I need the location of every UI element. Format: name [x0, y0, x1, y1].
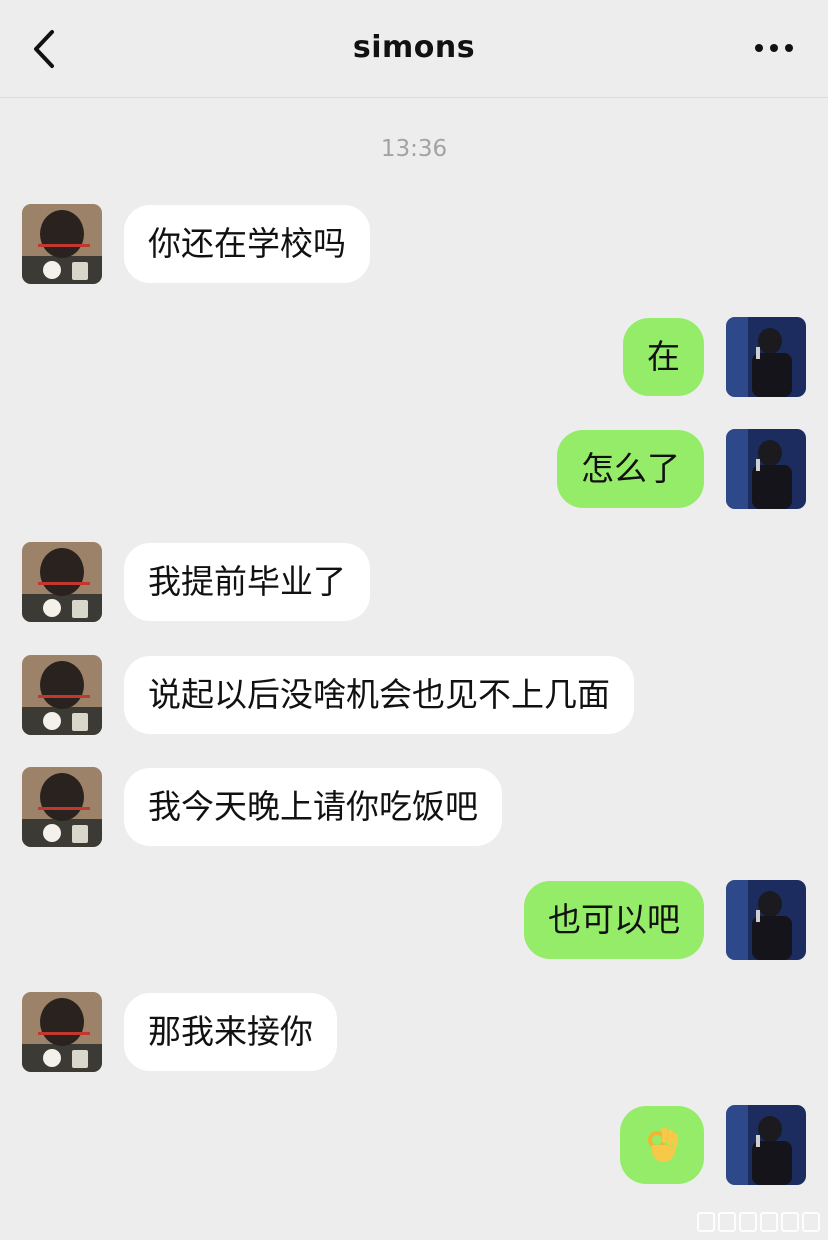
more-dots-icon — [755, 44, 793, 52]
message-bubble[interactable]: 我今天晚上请你吃饭吧 — [124, 768, 502, 846]
my-avatar[interactable] — [726, 1105, 806, 1185]
avatar-photo-icon — [22, 992, 102, 1072]
message-bubble[interactable]: 你还在学校吗 — [124, 205, 370, 283]
my-avatar[interactable] — [726, 880, 806, 960]
friend-avatar[interactable] — [22, 767, 102, 847]
avatar-photo-icon — [726, 317, 806, 397]
friend-avatar[interactable] — [22, 542, 102, 622]
friend-avatar[interactable] — [22, 992, 102, 1072]
message-bubble[interactable]: 说起以后没啥机会也见不上几面 — [124, 656, 634, 734]
friend-avatar[interactable] — [22, 204, 102, 284]
avatar-photo-icon — [726, 880, 806, 960]
my-avatar[interactable] — [726, 317, 806, 397]
avatar-photo-icon — [22, 655, 102, 735]
avatar-photo-icon — [726, 1105, 806, 1185]
message-bubble[interactable]: 那我来接你 — [124, 993, 337, 1071]
message-bubble[interactable]: 也可以吧 — [524, 881, 704, 959]
ok-hand-icon — [648, 1127, 678, 1163]
avatar-photo-icon — [22, 767, 102, 847]
chat-header: simons — [0, 0, 828, 98]
friend-avatar[interactable] — [22, 655, 102, 735]
avatar-photo-icon — [726, 429, 806, 509]
message-bubble[interactable]: 在 — [623, 318, 704, 396]
my-avatar[interactable] — [726, 429, 806, 509]
avatar-photo-icon — [22, 204, 102, 284]
message-bubble[interactable]: 怎么了 — [557, 430, 704, 508]
watermark — [697, 1212, 820, 1232]
chat-title: simons — [352, 30, 476, 65]
emoji-message-bubble[interactable] — [620, 1106, 704, 1184]
more-options-button[interactable] — [746, 30, 802, 66]
avatar-photo-icon — [22, 542, 102, 622]
message-timestamp: 13:36 — [380, 136, 448, 162]
message-bubble[interactable]: 我提前毕业了 — [124, 543, 370, 621]
